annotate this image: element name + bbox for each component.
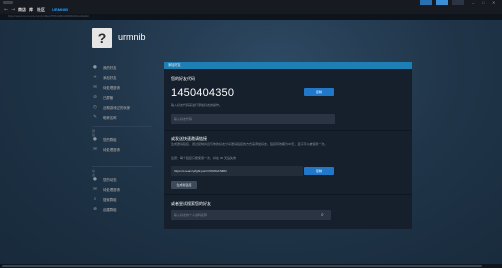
invite-link-field[interactable]: https://s.team/p/fgbf-pwrr/VWWGFNBM (171, 166, 303, 176)
menu-bar: ← → 商店 库 社区 URMNIB (0, 6, 502, 15)
sidebar-item-label: 搜索群组 (103, 198, 117, 202)
quick-invite-description: 生成邀请链接，通过复制并且与你的好友分享邀请链接的方式来添加好友，链接有效期为3… (171, 142, 328, 146)
block-icon: ⊘ (93, 95, 97, 100)
section-divider (164, 130, 412, 131)
sidebar-item-label: 昵称名称 (103, 116, 117, 120)
sidebar-item-search-groups[interactable]: ⌕ 搜索群组 (92, 196, 164, 204)
search-friends-input[interactable]: 输入好友的个人资料名称 ⌕ (171, 210, 331, 220)
horizontal-scrollbar[interactable] (0, 264, 502, 268)
sidebar-item-nicknames[interactable]: ✎ 昵称名称 (92, 114, 164, 122)
person-add-icon: + (93, 75, 97, 80)
invite-link-text: https://s.team/p/fgbf-pwrr/VWWGFNBM (174, 169, 227, 173)
sidebar-item-recent-players[interactable]: ◷ 近期游戏过的玩家 (92, 104, 164, 112)
search-icon[interactable]: ⌕ (321, 210, 324, 220)
sidebar-divider (92, 126, 152, 127)
notification-button[interactable] (420, 0, 432, 5)
sidebar-item-group-invites[interactable]: ✉ 待处理邀请 (92, 146, 164, 154)
person-icon: ● (93, 65, 97, 70)
menu-community[interactable]: 社区 (37, 6, 45, 14)
sidebar-item-label: 添加好友 (103, 76, 117, 80)
section-divider (164, 194, 412, 195)
avatar[interactable]: ? (92, 28, 112, 48)
sidebar-divider (92, 166, 152, 167)
back-arrow-icon[interactable]: ← (4, 6, 8, 14)
menu-library[interactable]: 库 (29, 6, 33, 14)
sidebar-item-label: 我的好友 (103, 66, 117, 70)
sidebar-item-label: 近期游戏过的玩家 (103, 106, 131, 110)
sidebar-item-blocked[interactable]: ⊘ 已屏蔽 (92, 94, 164, 102)
tag-icon: ✎ (93, 115, 97, 120)
account-button[interactable] (436, 0, 448, 5)
recent-icon: ◷ (93, 105, 97, 110)
sidebar-item-label: 已屏蔽 (103, 96, 114, 100)
search-friends-title: 或者尝试搜索您的好友 (171, 201, 211, 206)
profile-username[interactable]: urmnib (118, 32, 146, 42)
sidebar-item-my-friends[interactable]: ● 我的好友 (92, 64, 164, 72)
friend-code-input[interactable]: 输入好友代码 (171, 114, 335, 124)
minimize-icon[interactable]: – (472, 0, 478, 5)
activity-icon: ● (93, 177, 97, 182)
sidebar-item-your-activity[interactable]: ● 您的动态 (92, 176, 164, 184)
invite-icon: ✉ (93, 85, 97, 90)
group-icon: ● (93, 137, 97, 142)
scrollbar-thumb[interactable] (2, 265, 482, 267)
sidebar-item-label: 待处理邀请 (103, 188, 120, 192)
search-friends-placeholder: 输入好友的个人资料名称 (174, 213, 208, 217)
sidebar-item-label: 您的群组 (103, 138, 117, 142)
friend-code-title: 您的好友代码 (171, 76, 195, 81)
sidebar-item-label: 待处理邀请 (103, 148, 120, 152)
sidebar-item-add-friend[interactable]: + 添加好友 (92, 74, 164, 82)
maximize-icon[interactable]: □ (482, 0, 488, 5)
copy-invite-link-button[interactable]: 复制 (304, 167, 334, 175)
panel-header: 添加好友 (164, 62, 412, 69)
sidebar-item-your-groups[interactable]: ● 您的群组 (92, 136, 164, 144)
invite-icon: ✉ (93, 187, 97, 192)
steam-logo-icon (3, 1, 13, 4)
sidebar-item-create-group[interactable]: ⊕ 创建群组 (92, 206, 164, 214)
invite-icon: ✉ (93, 147, 97, 152)
forward-arrow-icon[interactable]: → (11, 6, 15, 14)
sidebar-item-pending-invites[interactable]: ✉ 待处理邀请 (92, 84, 164, 92)
plus-icon: ⊕ (93, 207, 97, 212)
generate-new-link-button[interactable]: 生成新链接 (171, 181, 197, 189)
quick-invite-note: 注意：每个链接只能使用一次，并在 30 天后失效 (171, 156, 237, 160)
panel-header-title: 添加好友 (168, 63, 181, 67)
sidebar-item-label: 待处理邀请 (103, 86, 120, 90)
sidebar-item-label: 创建群组 (103, 208, 117, 212)
sidebar-item-label: 您的动态 (103, 178, 117, 182)
search-icon: ⌕ (93, 197, 97, 202)
friend-code-hint: 输入好友代码来进行添加好友的操作。 (171, 103, 223, 107)
friend-code-value: 1450404350 (171, 87, 235, 99)
friend-code-input-placeholder: 输入好友代码 (174, 117, 193, 121)
sidebar-item-activity-invites[interactable]: ✉ 待处理邀请 (92, 186, 164, 194)
avatar-mini-icon[interactable] (452, 0, 464, 5)
close-icon[interactable]: ✕ (492, 0, 498, 5)
avatar-placeholder-icon: ? (97, 30, 107, 46)
menu-store[interactable]: 商店 (18, 6, 26, 14)
copy-friend-code-button[interactable]: 复制 (304, 88, 334, 96)
